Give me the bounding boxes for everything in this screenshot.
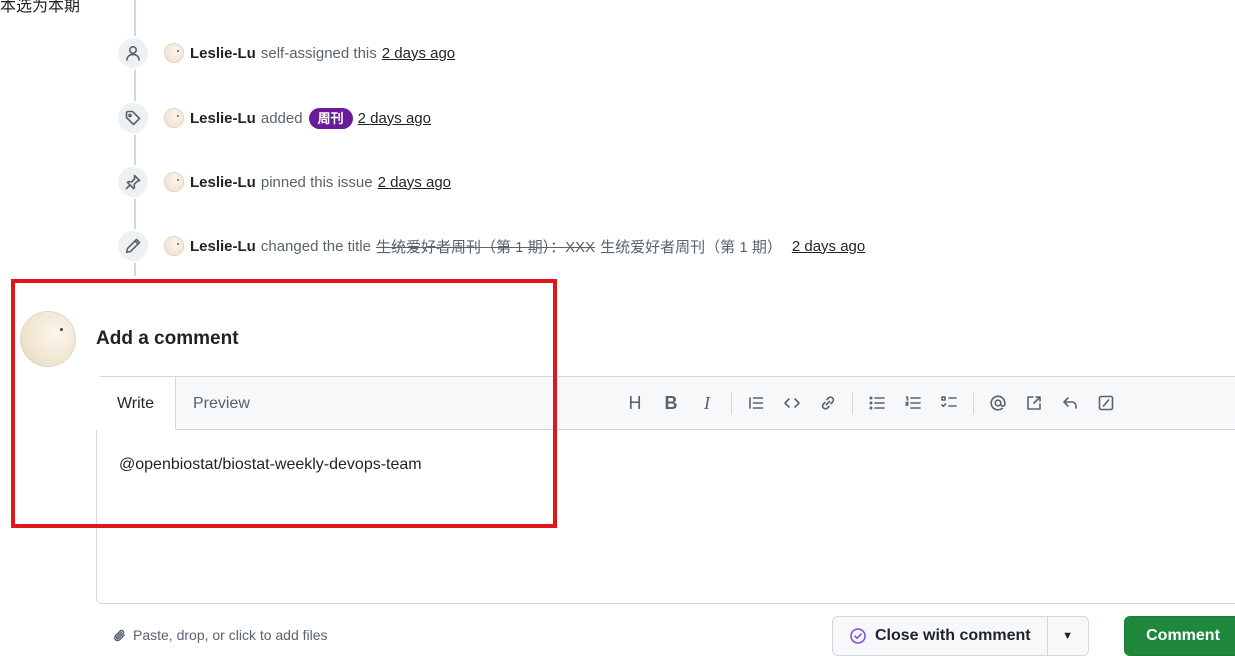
event-time-link[interactable]: 2 days ago: [382, 45, 455, 62]
label-badge[interactable]: 周刊: [308, 107, 353, 129]
event-action: added: [260, 109, 303, 127]
heading-button[interactable]: H: [617, 385, 653, 421]
slash-icon: [1098, 395, 1114, 411]
task-list-button[interactable]: [931, 385, 967, 421]
mention-button[interactable]: [980, 385, 1016, 421]
toolbar-divider: [731, 392, 732, 414]
slash-command-button[interactable]: [1088, 385, 1124, 421]
code-button[interactable]: [774, 385, 810, 421]
quote-icon: [749, 397, 764, 409]
tab-write[interactable]: Write: [96, 377, 176, 430]
event-time-link[interactable]: 2 days ago: [378, 174, 451, 191]
tab-preview[interactable]: Preview: [193, 377, 250, 430]
comment-heading: Add a comment: [96, 328, 239, 349]
event-time-link[interactable]: 2 days ago: [792, 238, 865, 255]
bullet-list-icon: [869, 396, 885, 410]
event-time-link[interactable]: 2 days ago: [358, 110, 431, 127]
pin-icon: [116, 165, 150, 199]
link-icon: [821, 396, 835, 410]
ordered-list-button[interactable]: [895, 385, 931, 421]
truncated-top-text: 本选为本期: [0, 0, 81, 15]
italic-button[interactable]: I: [689, 385, 725, 421]
person-icon: [116, 36, 150, 70]
numbered-list-icon: [905, 396, 921, 409]
attach-files-hint[interactable]: Paste, drop, or click to add files: [112, 627, 328, 643]
new-title: 生统爱好者周刊（第 1 期）: [600, 238, 782, 256]
event-action: self-assigned this: [260, 44, 377, 62]
toolbar-divider: [852, 392, 853, 414]
reply-icon: [1063, 397, 1077, 409]
event-author[interactable]: Leslie-Lu: [190, 45, 256, 62]
check-circle-icon: [850, 628, 866, 644]
link-button[interactable]: [810, 385, 846, 421]
tag-icon: [116, 101, 150, 135]
bold-button[interactable]: B: [653, 385, 689, 421]
close-options-dropdown[interactable]: ▼: [1046, 617, 1088, 655]
toolbar-divider: [973, 392, 974, 414]
event-author[interactable]: Leslie-Lu: [190, 110, 256, 127]
avatar[interactable]: [164, 108, 184, 128]
event-author[interactable]: Leslie-Lu: [190, 238, 256, 255]
unordered-list-button[interactable]: [859, 385, 895, 421]
task-list-icon: [941, 396, 957, 408]
markdown-toolbar: H B I: [617, 377, 1124, 429]
timeline-event-assigned: Leslie-Lu self-assigned this 2 days ago: [116, 35, 455, 71]
close-issue-group: Close with comment ▼: [832, 616, 1089, 656]
event-author[interactable]: Leslie-Lu: [190, 174, 256, 191]
editor-header: Write Preview H B I: [96, 377, 1235, 430]
event-action: pinned this issue: [260, 173, 373, 191]
timeline-event-labeled: Leslie-Lu added 周刊 2 days ago: [116, 100, 431, 136]
saved-reply-button[interactable]: [1052, 385, 1088, 421]
quote-button[interactable]: [738, 385, 774, 421]
timeline-event-renamed: Leslie-Lu changed the title 生统爱好者周刊（第 1 …: [116, 228, 865, 264]
close-button-label: Close with comment: [875, 627, 1031, 644]
code-icon: [784, 398, 800, 408]
event-action: changed the title: [260, 237, 371, 255]
comment-textarea[interactable]: @openbiostat/biostat-weekly-devops-team: [97, 430, 1235, 500]
paperclip-icon: [114, 629, 125, 641]
cross-reference-icon: [1027, 396, 1041, 410]
comment-submit-button[interactable]: Comment: [1124, 616, 1235, 656]
avatar[interactable]: [164, 172, 184, 192]
pencil-icon: [116, 229, 150, 263]
comment-editor: Write Preview H B I @openbiostat/biostat…: [96, 376, 1235, 604]
mention-icon: [990, 395, 1006, 411]
timeline-event-pinned: Leslie-Lu pinned this issue 2 days ago: [116, 164, 451, 200]
triangle-down-icon: ▼: [1062, 630, 1074, 642]
old-title: 生统爱好者周刊（第 1 期）：XXX: [375, 238, 596, 256]
avatar[interactable]: [164, 43, 184, 63]
attach-hint-text: Paste, drop, or click to add files: [133, 627, 328, 643]
avatar[interactable]: [164, 236, 184, 256]
close-with-comment-button[interactable]: Close with comment: [833, 617, 1047, 655]
reference-button[interactable]: [1016, 385, 1052, 421]
avatar[interactable]: [20, 311, 76, 367]
